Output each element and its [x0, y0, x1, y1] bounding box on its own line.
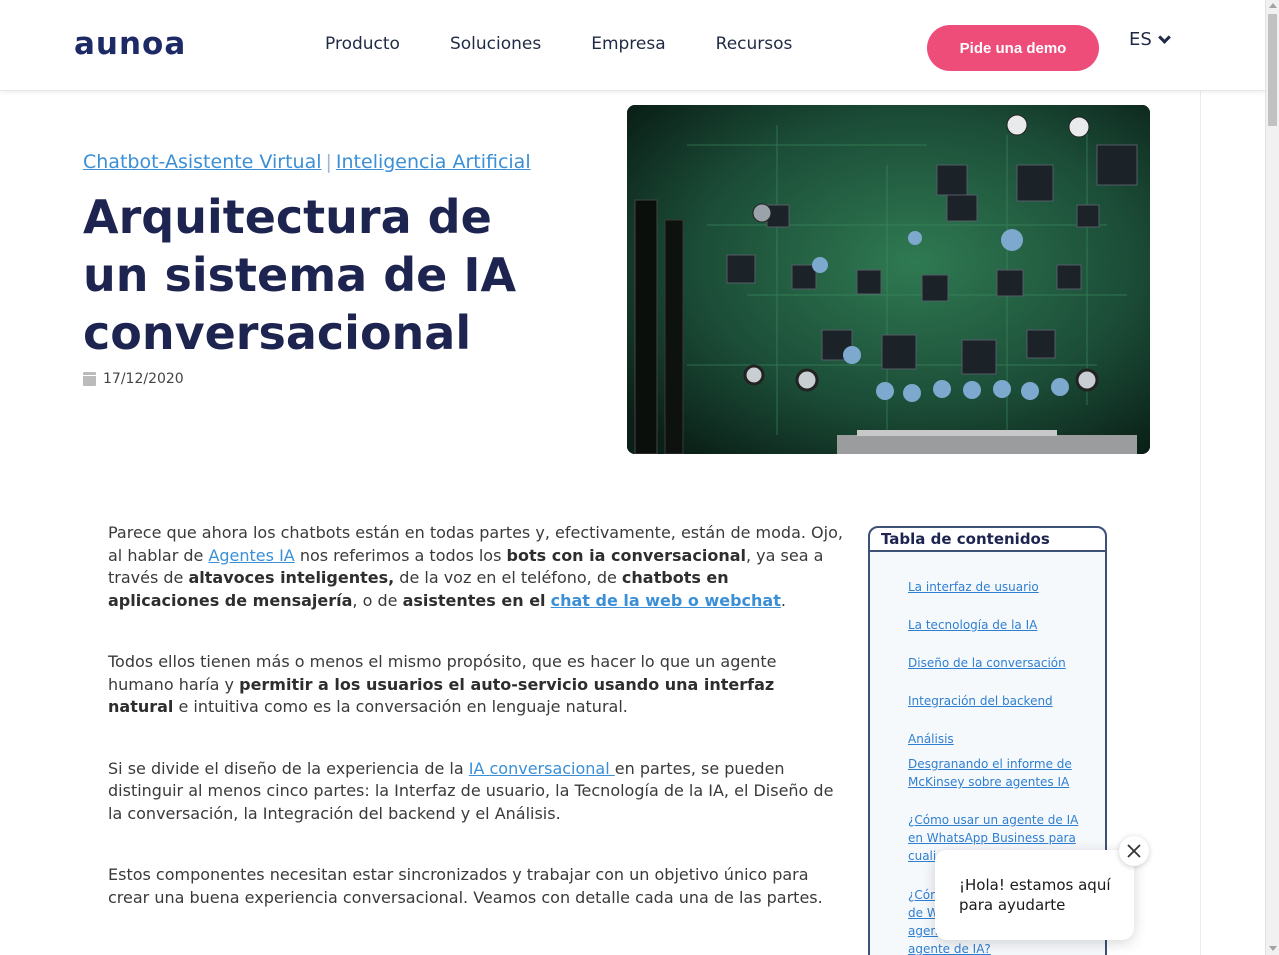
paragraph-3: Si se divide el diseño de la experiencia…	[108, 758, 843, 826]
scrollbar-thumb[interactable]	[1268, 14, 1277, 126]
toc-item-interfaz[interactable]: La interfaz de usuario	[908, 578, 1098, 596]
aunoa-logo[interactable]: aunoa	[74, 26, 186, 62]
nav-soluciones[interactable]: Soluciones	[450, 34, 541, 54]
text: nos referimos a todos los	[294, 545, 507, 565]
category-link-ia[interactable]: Inteligencia Artificial	[336, 151, 531, 173]
article-body: Parece que ahora los chatbots están en t…	[108, 522, 843, 948]
toc-header: Tabla de contenidos	[870, 528, 1105, 552]
calendar-icon	[83, 372, 96, 386]
bold-text: altavoces inteligentes,	[188, 568, 395, 587]
text: e intuitiva como es la conversación en l…	[173, 697, 628, 716]
toc-item-como-partial-4[interactable]: agente de IA?	[908, 940, 1098, 955]
bold-text: asistentes en el	[402, 590, 546, 610]
close-icon	[1127, 844, 1141, 858]
paragraph-4: Estos componentes necesitan estar sincro…	[108, 865, 823, 907]
toc-item-analisis[interactable]: Análisis	[908, 730, 1098, 748]
page-title: Arquitectura de un sistema de IA convers…	[83, 190, 517, 360]
nav-empresa[interactable]: Empresa	[591, 34, 665, 54]
text: , o de	[352, 590, 403, 610]
category-link-chatbot[interactable]: Chatbot-Asistente Virtual	[83, 151, 322, 173]
toc-item-diseno[interactable]: Diseño de la conversación	[908, 654, 1098, 672]
page-divider	[1200, 91, 1201, 955]
post-date-text: 17/12/2020	[103, 371, 184, 387]
hero-image-circuit-board	[627, 105, 1150, 454]
chat-greeting-popup[interactable]: ¡Hola! estamos aquí para ayudarte	[935, 850, 1134, 940]
nav-producto[interactable]: Producto	[325, 34, 400, 54]
chat-close-button[interactable]	[1119, 836, 1149, 866]
link-webchat[interactable]: chat de la web o webchat	[551, 591, 781, 610]
circuit-board-illustration	[627, 105, 1150, 454]
scroll-up-arrow-icon[interactable]	[1269, 3, 1277, 8]
language-label: ES	[1129, 29, 1152, 50]
link-ia-conversacional[interactable]: IA conversacional	[469, 759, 615, 778]
bold-text: bots con ia conversacional	[506, 545, 746, 565]
nav-recursos[interactable]: Recursos	[716, 34, 793, 54]
toc-item-integracion[interactable]: Integración del backend	[908, 692, 1098, 710]
main-nav: Producto Soluciones Empresa Recursos	[300, 34, 842, 54]
post-date: 17/12/2020	[83, 371, 184, 387]
link-agentes-ia[interactable]: Agentes IA	[208, 546, 294, 565]
paragraph-2: Todos ellos tienen más o menos el mismo …	[108, 651, 843, 719]
request-demo-button[interactable]: Pide una demo	[927, 25, 1099, 71]
text: .	[780, 590, 786, 610]
toc-title: Tabla de contenidos	[881, 530, 1050, 548]
chevron-down-icon	[1157, 30, 1171, 44]
post-categories: Chatbot-Asistente Virtual | Inteligencia A…	[83, 151, 531, 173]
text: de la voz en el teléfono, de	[394, 568, 622, 587]
chat-greeting-text: ¡Hola! estamos aquí para ayudarte	[959, 876, 1111, 914]
text: Si se divide el diseño de la experiencia…	[108, 758, 469, 778]
category-separator: |	[325, 151, 332, 173]
language-selector[interactable]: ES	[1129, 29, 1171, 50]
scroll-down-arrow-icon[interactable]	[1269, 946, 1277, 951]
site-header: aunoa Producto Soluciones Empresa Recurs…	[0, 0, 1265, 91]
toc-item-tecnologia[interactable]: La tecnología de la IA	[908, 616, 1098, 634]
page-scrollbar[interactable]	[1265, 0, 1279, 955]
toc-item-mckinsey[interactable]: Desgranando el informe de McKinsey sobre…	[908, 755, 1078, 791]
paragraph-1: Parece que ahora los chatbots están en t…	[108, 522, 843, 612]
